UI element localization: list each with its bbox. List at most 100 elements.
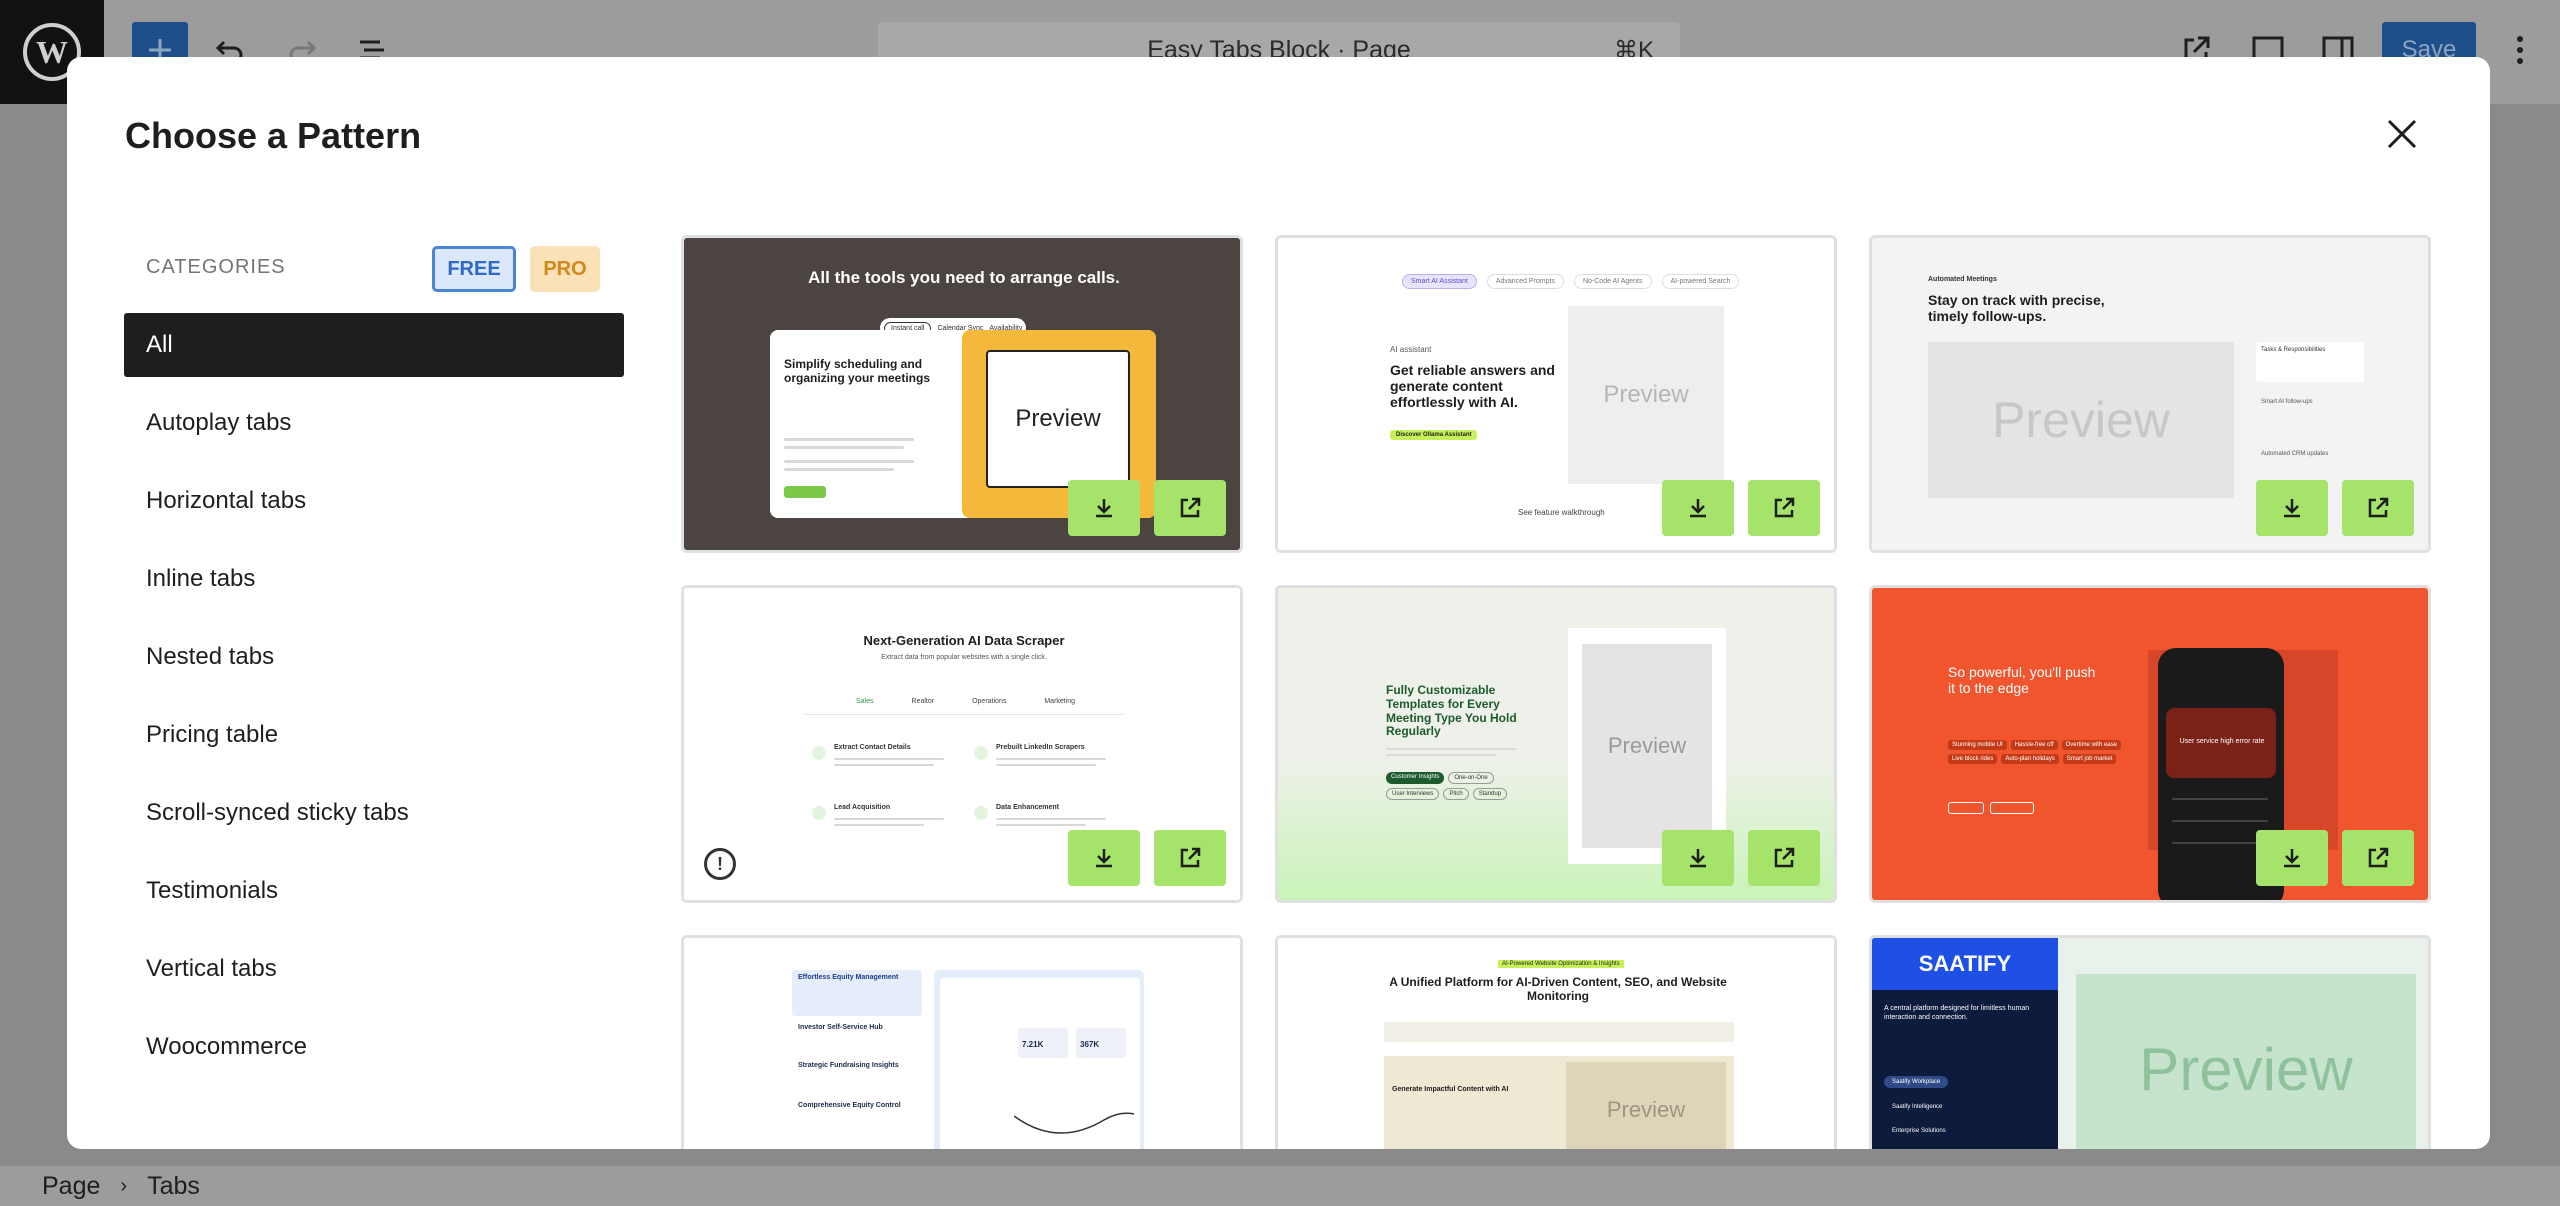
pattern-tagline: A central platform designed for limitles… [1884,1005,2030,1022]
external-link-icon [1180,847,1201,868]
category-item-nested-tabs[interactable]: Nested tabs [124,625,624,689]
external-link-icon [2368,497,2389,518]
pattern-link: See feature walkthrough [1518,508,1605,517]
pattern-tab: Realtor [911,698,935,705]
pattern-feature: Extract Contact Details [834,744,911,751]
open-preview-button[interactable] [1154,480,1226,536]
pattern-heading: So powerful, you'll push it to the edge [1948,664,2096,697]
pattern-stat: 7.21K [1018,1028,1068,1058]
phone-text: User service high error rate [2179,738,2265,745]
pattern-heading: Stay on track with precise, timely follo… [1928,292,2105,325]
pattern-tag: One-on-One [1448,772,1494,784]
category-item-pricing-table[interactable]: Pricing table [124,703,624,767]
import-pattern-button[interactable] [1068,830,1140,886]
chevron-right-icon: › [120,1174,128,1197]
pattern-tab: Smart AI Assistant [1402,274,1477,289]
pattern-tab: No-Code AI Agents [1573,274,1652,289]
more-vertical-icon [2517,36,2523,64]
category-item-scroll-synced-sticky-tabs[interactable]: Scroll-synced sticky tabs [124,781,624,845]
download-icon [2284,849,2300,868]
close-button[interactable] [2377,109,2427,159]
breadcrumb-tabs[interactable]: Tabs [147,1172,200,1201]
category-item-vertical-tabs[interactable]: Vertical tabs [124,937,624,1001]
category-item-woocommerce[interactable]: Woocommerce [124,1015,624,1079]
pattern-heading: Get reliable answers and generate conten… [1390,362,1555,411]
brand-logo: SAATIFY [1872,938,2058,990]
pattern-card[interactable]: Smart AI Assistant Advanced Prompts No-C… [1275,235,1837,553]
categories-label: CATEGORIES [146,255,286,278]
download-icon [1690,499,1706,518]
pattern-heading: Next-Generation AI Data Scraper [863,633,1065,648]
pattern-tabs: Smart AI Assistant Advanced Prompts No-C… [1402,274,1740,289]
external-link-icon [1180,497,1201,518]
pattern-stat: 367K [1076,1028,1126,1058]
preview-placeholder: Preview [2076,974,2416,1149]
breadcrumb: Page › Tabs [0,1166,2560,1206]
category-item-inline-tabs[interactable]: Inline tabs [124,547,624,611]
card-actions [2256,480,2414,536]
category-item-all[interactable]: All [124,313,624,377]
pattern-preview: Effortless Equity Management Investor Se… [684,938,1240,1149]
pattern-badge: AI-Powered Website Optimization & Insigh… [1498,960,1624,968]
pattern-tab: Sales [856,698,874,705]
open-preview-button[interactable] [1748,480,1820,536]
breadcrumb-page[interactable]: Page [42,1172,100,1201]
open-preview-button[interactable] [1154,830,1226,886]
pattern-card[interactable]: So powerful, you'll push it to the edge … [1869,585,2431,903]
external-link-icon [1774,497,1795,518]
pattern-feature: Prebuilt LinkedIn Scrapers [996,744,1085,751]
free-filter-button[interactable]: FREE [432,246,516,292]
pattern-tab: Advanced Prompts [1486,274,1564,289]
pattern-subheading: Simplify scheduling and organizing your … [784,357,931,385]
pattern-card[interactable]: AI-Powered Website Optimization & Insigh… [1275,935,1837,1149]
pattern-chip: Stunning mobile UI [1948,740,2007,750]
pattern-item: Strategic Fundraising Insights [798,1062,899,1069]
pattern-feature: Data Enhancement [996,804,1060,811]
open-preview-button[interactable] [2342,830,2414,886]
pattern-preview: SAATIFY A central platform designed for … [1872,938,2428,1149]
pattern-tab: AI-powered Search [1661,274,1740,289]
pattern-tag: Pitch [1443,788,1469,800]
info-icon[interactable]: ! [704,848,736,880]
pattern-card[interactable]: Effortless Equity Management Investor Se… [681,935,1243,1149]
external-link-icon [1774,847,1795,868]
open-preview-button[interactable] [2342,480,2414,536]
card-actions [1662,830,1820,886]
pattern-card[interactable]: Automated Meetings Stay on track with pr… [1869,235,2431,553]
pattern-tag: Customer Insights [1386,772,1445,784]
category-item-testimonials[interactable]: Testimonials [124,859,624,923]
open-preview-button[interactable] [1748,830,1820,886]
import-pattern-button[interactable] [1662,480,1734,536]
category-list: All Autoplay tabs Horizontal tabs Inline… [124,313,624,1079]
pattern-item: Tasks & Responsibilities [2256,342,2364,382]
pattern-chip: Smart job market [2062,754,2117,764]
pattern-menu-item: Saatify Intelligence [1892,1104,1943,1110]
pattern-tag: Standup [1472,788,1508,800]
import-pattern-button[interactable] [1662,830,1734,886]
pattern-tab: Marketing [1044,698,1076,705]
pattern-feature: Lead Acquisition [834,804,891,811]
pro-filter-button[interactable]: PRO [530,246,600,292]
pattern-subheading: Extract data from popular websites with … [881,654,1047,661]
options-button[interactable] [2492,22,2548,78]
pattern-item: Automated CRM updates [2261,451,2329,457]
modal-title: Choose a Pattern [125,115,422,156]
pattern-cta: Discover Ollama Assistant [1390,430,1478,440]
import-pattern-button[interactable] [2256,480,2328,536]
pattern-item: Comprehensive Equity Control [798,1102,901,1109]
pattern-card[interactable]: SAATIFY A central platform designed for … [1869,935,2431,1149]
preview-placeholder: Preview [1568,306,1724,484]
download-icon [1096,499,1112,518]
pattern-preview: AI-Powered Website Optimization & Insigh… [1278,938,1834,1149]
pattern-card[interactable]: Next-Generation AI Data Scraper Extract … [681,585,1243,903]
import-pattern-button[interactable] [2256,830,2328,886]
category-item-horizontal-tabs[interactable]: Horizontal tabs [124,469,624,533]
pattern-chip: Overtime with ease [2061,740,2121,750]
import-pattern-button[interactable] [1068,480,1140,536]
pattern-chips: Stunning mobile UI Hassle-free off Overt… [1948,740,2148,764]
category-item-autoplay-tabs[interactable]: Autoplay tabs [124,391,624,455]
pattern-item: Investor Self-Service Hub [798,1024,883,1031]
card-actions [1662,480,1820,536]
pattern-card[interactable]: Fully Customizable Templates for Every M… [1275,585,1837,903]
pattern-card[interactable]: All the tools you need to arrange calls.… [681,235,1243,553]
